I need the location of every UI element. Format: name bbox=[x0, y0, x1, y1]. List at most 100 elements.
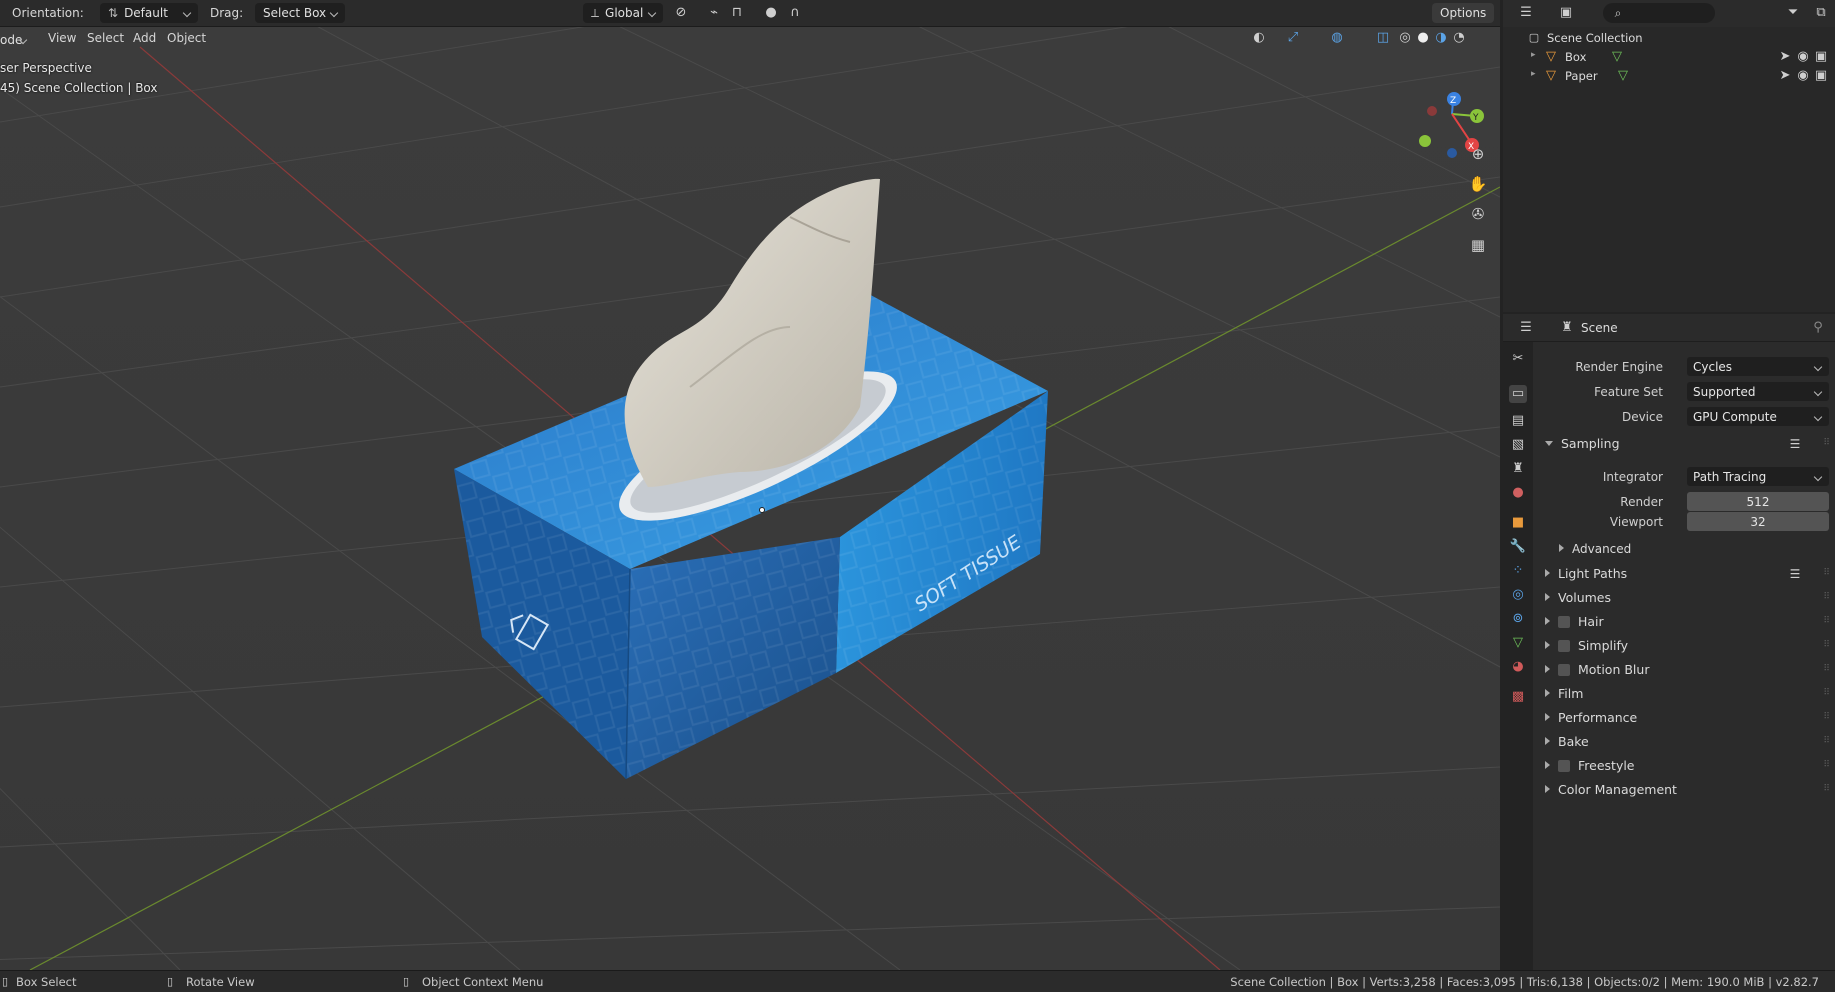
section-film[interactable]: Film bbox=[1545, 686, 1583, 701]
falloff-icon[interactable]: ∩ bbox=[786, 5, 804, 21]
orientation-icon: ⇅ bbox=[108, 6, 119, 20]
snap-target-icon[interactable]: ⊓ bbox=[728, 5, 746, 21]
pin-icon[interactable]: ⚲ bbox=[1809, 320, 1827, 336]
motion-blur-checkbox[interactable] bbox=[1558, 664, 1570, 676]
camera-icon[interactable]: ✇ bbox=[1466, 206, 1490, 230]
section-color-management[interactable]: Color Management bbox=[1545, 782, 1677, 797]
overlay-icon[interactable]: ◍ bbox=[1326, 30, 1348, 46]
solid-shading-icon[interactable]: ● bbox=[1414, 30, 1432, 46]
section-volumes[interactable]: Volumes bbox=[1545, 590, 1611, 605]
orientation-dropdown[interactable]: ⇅ Default bbox=[100, 3, 198, 23]
pan-hand-icon[interactable]: ✋ bbox=[1466, 176, 1490, 200]
tool-tab-icon[interactable]: ✂ bbox=[1509, 350, 1527, 368]
output-tab-icon[interactable]: ▤ bbox=[1509, 412, 1527, 430]
viewport-samples-field[interactable]: 32 bbox=[1687, 512, 1829, 531]
expand-icon[interactable]: ▸ bbox=[1531, 69, 1536, 79]
eye-icon[interactable]: ◉ bbox=[1795, 49, 1811, 65]
render-engine-dropdown[interactable]: Cycles bbox=[1687, 357, 1829, 376]
hair-checkbox[interactable] bbox=[1558, 616, 1570, 628]
mode-dropdown[interactable]: ode bbox=[0, 30, 34, 50]
feature-set-row: Feature Set Supported bbox=[1533, 381, 1835, 403]
menu-view[interactable]: View bbox=[48, 31, 76, 45]
collection-icon: ▢ bbox=[1528, 31, 1540, 44]
gizmo-toggle-icon[interactable]: ⤢ bbox=[1282, 30, 1304, 46]
menu-select[interactable]: Select bbox=[87, 31, 124, 45]
outliner-row-box[interactable]: ▸ ▽ Box ▽ ➤ ◉ ▣ bbox=[1503, 48, 1835, 68]
outliner-row-paper[interactable]: ▸ ▽ Paper ▽ ➤ ◉ ▣ bbox=[1503, 67, 1835, 87]
snap-icon[interactable]: ⌁ bbox=[705, 5, 723, 21]
mesh-data-icon: ▽ bbox=[1612, 49, 1622, 64]
expand-icon[interactable]: ▸ bbox=[1531, 50, 1536, 60]
status-rotate-view: Rotate View bbox=[186, 975, 255, 989]
view-perspective-text: ser Perspective bbox=[0, 61, 92, 75]
section-simplify[interactable]: Simplify bbox=[1545, 638, 1628, 653]
new-collection-icon[interactable]: ⧉ bbox=[1811, 5, 1831, 21]
freestyle-checkbox[interactable] bbox=[1558, 760, 1570, 772]
visibility-icon[interactable]: ◐ bbox=[1248, 30, 1270, 46]
section-bake[interactable]: Bake bbox=[1545, 734, 1589, 749]
collapse-icon bbox=[1545, 441, 1553, 446]
rendered-shading-icon[interactable]: ◔ bbox=[1450, 30, 1468, 46]
section-hair[interactable]: Hair bbox=[1545, 614, 1604, 629]
outliner-row-scene-collection[interactable]: ▢ Scene Collection bbox=[1503, 29, 1835, 49]
zoom-icon[interactable]: ⊕ bbox=[1466, 146, 1490, 170]
physics-tab-icon[interactable]: ◎ bbox=[1509, 586, 1527, 604]
drag-grip-icon[interactable]: ⠿ bbox=[1823, 438, 1830, 448]
feature-set-dropdown[interactable]: Supported bbox=[1687, 382, 1829, 401]
mesh-data-icon: ▽ bbox=[1618, 68, 1628, 83]
advanced-subpanel-header[interactable]: Advanced bbox=[1559, 542, 1631, 556]
integrator-dropdown[interactable]: Path Tracing bbox=[1687, 467, 1829, 486]
select-arrow-icon[interactable]: ➤ bbox=[1777, 68, 1793, 84]
world-tab-icon[interactable]: ● bbox=[1509, 484, 1527, 502]
data-tab-icon[interactable]: ▽ bbox=[1509, 634, 1527, 652]
properties-header: ☰ ♜ Scene ⚲ bbox=[1503, 314, 1835, 342]
xray-icon[interactable]: ◫ bbox=[1372, 30, 1394, 46]
object-tab-icon[interactable]: ■ bbox=[1509, 514, 1527, 532]
view-layer-tab-icon[interactable]: ▧ bbox=[1509, 436, 1527, 454]
sampling-label: Sampling bbox=[1561, 436, 1620, 451]
material-tab-icon[interactable]: ◕ bbox=[1509, 658, 1527, 676]
material-shading-icon[interactable]: ◑ bbox=[1432, 30, 1450, 46]
wireframe-shading-icon[interactable]: ◎ bbox=[1396, 30, 1414, 46]
presets-list-icon[interactable]: ☰ bbox=[1787, 436, 1803, 452]
pivot-icon[interactable]: ⊘ bbox=[672, 5, 690, 21]
section-freestyle[interactable]: Freestyle bbox=[1545, 758, 1635, 773]
viewport-scene: Z Y X SOFT TISSUE bbox=[0, 27, 1500, 970]
status-box-select: Box Select bbox=[16, 975, 77, 989]
3d-viewport[interactable]: Z Y X SOFT TISSUE ser Perspective 45) Sc… bbox=[0, 27, 1500, 970]
device-dropdown[interactable]: GPU Compute bbox=[1687, 407, 1829, 426]
sampling-panel-header[interactable]: Sampling bbox=[1545, 436, 1620, 451]
menu-object[interactable]: Object bbox=[167, 31, 206, 45]
display-mode-icon[interactable]: ▣ bbox=[1553, 5, 1579, 21]
mesh-object-icon: ▽ bbox=[1546, 68, 1556, 83]
render-camera-icon[interactable]: ▣ bbox=[1813, 49, 1829, 65]
constraints-tab-icon[interactable]: ⊚ bbox=[1509, 610, 1527, 628]
render-camera-icon[interactable]: ▣ bbox=[1813, 68, 1829, 84]
outliner-search-input[interactable]: ⌕ bbox=[1603, 3, 1715, 23]
transform-orientation-dropdown[interactable]: ⟂ Global bbox=[583, 3, 663, 23]
view-collection-text: 45) Scene Collection | Box bbox=[0, 81, 158, 95]
filter-icon[interactable]: ⏷ bbox=[1781, 5, 1805, 21]
presets-list-icon[interactable]: ☰ bbox=[1787, 566, 1803, 582]
menu-add[interactable]: Add bbox=[133, 31, 156, 45]
options-button[interactable]: Options bbox=[1432, 3, 1494, 23]
scene-tab-icon[interactable]: ♜ bbox=[1509, 460, 1527, 478]
render-samples-field[interactable]: 512 bbox=[1687, 492, 1829, 511]
grid-ortho-icon[interactable]: ▦ bbox=[1466, 237, 1490, 261]
simplify-checkbox[interactable] bbox=[1558, 640, 1570, 652]
editor-type-icon[interactable]: ☰ bbox=[1513, 5, 1539, 21]
section-performance[interactable]: Performance bbox=[1545, 710, 1637, 725]
section-motion-blur[interactable]: Motion Blur bbox=[1545, 662, 1649, 677]
particles-tab-icon[interactable]: ⁘ bbox=[1509, 562, 1527, 580]
drag-dropdown[interactable]: Select Box bbox=[255, 3, 345, 23]
proportional-edit-icon[interactable]: ● bbox=[762, 5, 780, 21]
render-properties: Render Engine Cycles Feature Set Support… bbox=[1533, 342, 1835, 970]
editor-type-icon[interactable]: ☰ bbox=[1513, 320, 1539, 336]
section-light-paths[interactable]: Light Paths bbox=[1545, 566, 1627, 581]
select-arrow-icon[interactable]: ➤ bbox=[1777, 49, 1793, 65]
texture-tab-icon[interactable]: ▩ bbox=[1509, 688, 1527, 706]
drag-label: Drag: bbox=[210, 6, 244, 20]
modifier-tab-icon[interactable]: 🔧 bbox=[1509, 538, 1527, 556]
render-tab-icon[interactable]: ▭ bbox=[1509, 385, 1527, 403]
eye-icon[interactable]: ◉ bbox=[1795, 68, 1811, 84]
